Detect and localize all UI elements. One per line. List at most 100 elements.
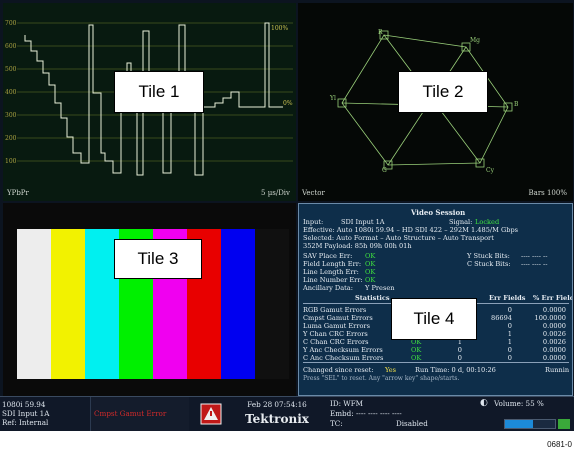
stat-name: Y Chan CRC Errors (303, 330, 368, 338)
changed-value: Yes (385, 366, 397, 374)
target-mg: Mg (470, 37, 480, 44)
target-b: B (514, 101, 519, 108)
stat-count: 0 (457, 346, 462, 354)
vectorscope-tile[interactable]: R Mg B Cy G Yl Vector Bars 100% Tile 2 (298, 3, 573, 201)
color-bar (51, 229, 85, 379)
y-tick-label: 500 (5, 66, 17, 73)
y-tick-label: 400 (5, 89, 17, 96)
tile2-bars: Bars 100% (528, 189, 568, 197)
status-ref: Ref: Internal (2, 418, 49, 427)
stat-name: Y Anc Checksum Errors (303, 346, 383, 354)
pct-err-header: % Err Fields (533, 294, 572, 302)
status-brand-cell: Feb 28 07:54:16 Tektronix (232, 397, 322, 431)
y-stuck-value: ---- ---- -- (521, 252, 548, 260)
err-fields-header: Err Fields (489, 294, 526, 302)
y-tick-label: 600 (5, 43, 17, 50)
session-title: Video Session (411, 208, 466, 217)
status-volume: Volume: 55 % (494, 399, 544, 408)
volume-indicator (558, 419, 570, 429)
y-tick-label: 300 (5, 112, 17, 119)
stat-pct-err: 0.0000 (542, 322, 566, 330)
waveform-tile[interactable]: 700 600 500 400 300 200 100 YPbPr 5 µs/Div 100… (3, 3, 296, 201)
ancillary-label: Ancillary Data: (303, 284, 353, 292)
stat-err-fields: 0 (507, 354, 512, 362)
input-label: Input: (303, 218, 324, 226)
volume-meter-fill (505, 420, 533, 428)
c-stuck-value: ---- ---- -- (521, 260, 548, 268)
changed-label: Changed since reset: (303, 366, 374, 374)
line-length-label: Line Length Err: (303, 268, 359, 276)
y-tick-label: 200 (5, 135, 17, 142)
stat-err-fields: 0 (507, 306, 512, 314)
status-id: ID: WFM (330, 399, 364, 408)
color-bar (255, 229, 289, 379)
tile1-percent-0: 0% (283, 100, 293, 107)
stat-err-fields: 0 (507, 346, 512, 354)
stat-err-fields: 86694 (491, 314, 512, 322)
stat-pct-err: 100.0000 (534, 314, 566, 322)
status-signal-info: 1080i 59.94 SDI Input 1A Ref: Internal (2, 397, 88, 434)
status-error-cell[interactable]: Cmpst Gamut Error (90, 397, 189, 431)
tile2-mode: Vector (302, 189, 325, 197)
alarm-cell[interactable] (190, 397, 230, 431)
sav-label: SAV Place Err: (303, 252, 353, 260)
payload-line: 352M Payload: 85h 09h 00h 01h (303, 242, 412, 250)
stats-header: Statistics (355, 294, 390, 302)
stat-status: OK (411, 346, 422, 354)
stat-pct-err: 0.0026 (542, 338, 566, 346)
tile1-format: YPbPr (7, 189, 29, 197)
tile1-label: Tile 1 (114, 71, 204, 113)
stat-pct-err: 0.0000 (542, 354, 566, 362)
stat-name: Cmpst Gamut Errors (303, 314, 373, 322)
signal-value: Locked (475, 218, 500, 226)
stat-status: OK (411, 354, 422, 362)
stat-name: C Chan CRC Errors (303, 338, 369, 346)
stat-pct-err: 0.0000 (542, 306, 566, 314)
field-length-value: OK (365, 260, 376, 268)
reset-hint: Press "SEL" to reset. Any "arrow key" sh… (303, 375, 460, 382)
ancillary-value: Y Presen (365, 284, 395, 292)
status-bar: 1080i 59.94 SDI Input 1A Ref: Internal C… (0, 396, 574, 431)
tile2-label: Tile 2 (398, 71, 488, 113)
stat-pct-err: 0.0026 (542, 330, 566, 338)
y-tick-label: 100 (5, 158, 17, 165)
brand-logo: Tektronix (245, 412, 309, 426)
status-error: Cmpst Gamut Error (94, 409, 167, 418)
line-length-value: OK (365, 268, 376, 276)
tile4-label: Tile 4 (391, 298, 477, 340)
effective-line: Effective: Auto 1080i 59.94 – HD SDI 422… (303, 226, 519, 234)
input-value: SDI Input 1A (341, 218, 385, 226)
c-stuck-label: C Stuck Bits: (467, 260, 511, 268)
stat-name: RGB Gamut Errors (303, 306, 367, 314)
stat-err-fields: 0 (507, 322, 512, 330)
stat-pct-err: 0.0000 (542, 346, 566, 354)
tile1-percent-100: 100% (271, 25, 289, 32)
field-length-label: Field Length Err: (303, 260, 362, 268)
picture-tile[interactable]: Tile 3 (3, 203, 296, 396)
color-bar (221, 229, 255, 379)
status-input: SDI Input 1A (2, 409, 50, 418)
status-tc-value: Disabled (396, 419, 428, 428)
status-embd: Embd: ---- ---- ---- ---- (330, 409, 402, 418)
monitor-display: 700 600 500 400 300 200 100 YPbPr 5 µs/Div 100… (0, 0, 574, 431)
run-time: Run Time: 0 d, 00:10:26 (415, 366, 496, 374)
target-g: G (382, 167, 387, 174)
footer-divider (303, 362, 569, 363)
tile3-label: Tile 3 (114, 239, 202, 279)
sav-value: OK (365, 252, 376, 260)
running-status: Runnin (545, 366, 570, 374)
volume-meter[interactable] (504, 419, 556, 429)
tile1-scale: 5 µs/Div (261, 189, 290, 197)
line-number-value: OK (365, 276, 376, 284)
stat-count: 0 (457, 354, 462, 362)
y-tick-label: 700 (5, 20, 17, 27)
target-yl: Yl (330, 95, 336, 102)
status-audio-cell: ID: WFM Embd: ---- ---- ---- ---- TC: Di… (324, 397, 574, 433)
video-session-tile[interactable]: Video Session Input: SDI Input 1A Signal… (298, 203, 573, 396)
y-stuck-label: Y Stuck Bits: (467, 252, 510, 260)
color-bar (17, 229, 51, 379)
volume-icon: ◐ (480, 398, 488, 408)
target-cy: Cy (486, 167, 494, 174)
line-number-label: Line Number Err: (303, 276, 363, 284)
status-format: 1080i 59.94 (2, 400, 46, 409)
